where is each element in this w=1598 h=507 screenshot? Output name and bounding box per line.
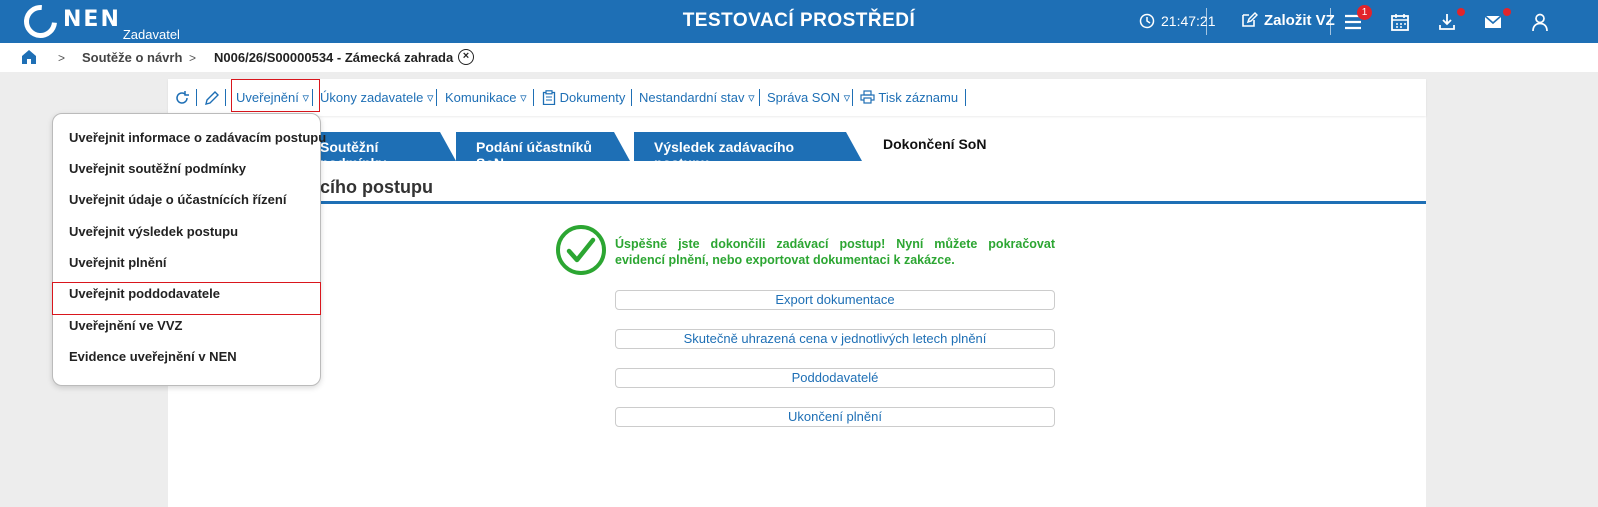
toolbar-publish-highlight — [231, 79, 320, 112]
close-icon[interactable]: × — [458, 49, 474, 65]
toolbar-divider — [852, 89, 853, 106]
breadcrumb-item-competitions[interactable]: Soutěže o návrh — [82, 50, 182, 65]
toolbar-divider — [533, 89, 534, 106]
chevron-right-icon: > — [58, 51, 66, 65]
tab-completion[interactable]: Dokončení SoN — [863, 129, 1006, 161]
create-contract-button[interactable]: Založit VZ — [1240, 11, 1335, 29]
mail-icon[interactable] — [1483, 12, 1503, 32]
toolbar-admin[interactable]: Správa SON ▿ — [767, 90, 850, 106]
success-check-icon — [556, 225, 606, 275]
printer-icon — [860, 90, 875, 104]
menu-item-publication-record-nen[interactable]: Evidence uveřejnění v NEN — [69, 349, 237, 364]
success-message: Úspěšně jste dokončili zadávací postup! … — [615, 237, 1055, 267]
toolbar-communication[interactable]: Komunikace ▿ — [445, 90, 527, 106]
tab-label: Dokončení SoN — [883, 136, 987, 152]
header-divider — [1206, 8, 1207, 35]
clock-time: 21:47:21 — [1161, 13, 1216, 29]
refresh-icon[interactable] — [174, 90, 190, 106]
toolbar-documents[interactable]: Dokumenty — [542, 90, 626, 106]
download-alert-dot — [1457, 8, 1465, 16]
toolbar-divider — [759, 89, 760, 106]
mail-alert-dot — [1503, 8, 1511, 16]
menu-item-highlight — [52, 282, 321, 315]
toolbar-admin-label: Správa SON — [767, 90, 840, 105]
menu-item-publish-result[interactable]: Uveřejnit výsledek postupu — [69, 224, 238, 239]
toolbar-actions[interactable]: Úkony zadavatele ▿ — [320, 90, 433, 106]
logo-ring-icon — [17, 0, 64, 45]
logo-subtitle: Zadavatel — [122, 27, 180, 42]
home-icon[interactable] — [20, 48, 38, 66]
toolbar-divider — [965, 89, 966, 106]
top-bar: NEN Zadavatel TESTOVACÍ PROSTŘEDÍ 21:47:… — [0, 0, 1598, 45]
breadcrumb: > Soutěže o návrh > N006/26/S00000534 - … — [0, 43, 1598, 72]
calendar-icon[interactable] — [1390, 12, 1410, 32]
tab-participant-submissions[interactable]: Podání účastníků SoN — [456, 132, 630, 171]
section-divider — [168, 201, 1426, 204]
header-divider — [1330, 8, 1331, 35]
toolbar-divider — [225, 89, 226, 106]
section-title: acího postupu — [310, 177, 433, 197]
tab-procedure-result[interactable]: Výsledek zadávacího postupu — [634, 132, 862, 171]
pencil-icon[interactable] — [204, 90, 220, 106]
action-toolbar: Uveřejnění ▿ Úkony zadavatele ▿ Komunika… — [168, 79, 1426, 116]
export-documentation-button[interactable]: Export dokumentace — [615, 290, 1055, 310]
logo-text: NEN — [63, 7, 121, 32]
toolbar-divider — [631, 89, 632, 106]
end-performance-button[interactable]: Ukončení plnění — [615, 407, 1055, 427]
actual-price-button[interactable]: Skutečně uhrazená cena v jednotlivých le… — [615, 329, 1055, 349]
toolbar-documents-label: Dokumenty — [559, 90, 626, 105]
notification-badge: 1 — [1357, 5, 1372, 20]
session-clock: 21:47:21 — [1139, 13, 1216, 29]
menu-item-publish-participants[interactable]: Uveřejnit údaje o účastnících řízení — [69, 192, 286, 207]
toolbar-nonstandard-label: Nestandardní stav — [639, 90, 745, 105]
edit-icon — [1242, 11, 1258, 27]
tab-label: Soutěžní podmínky — [320, 139, 387, 171]
toolbar-print-label: Tisk záznamu — [878, 90, 959, 105]
toolbar-divider — [196, 89, 197, 106]
menu-item-publish-performance[interactable]: Uveřejnit plnění — [69, 255, 167, 270]
toolbar-nonstandard[interactable]: Nestandardní stav ▿ — [639, 90, 755, 106]
nen-logo[interactable]: NEN Zadavatel — [17, 0, 180, 45]
toolbar-actions-label: Úkony zadavatele — [320, 90, 424, 105]
user-icon[interactable] — [1530, 12, 1550, 32]
publish-dropdown-menu: Uveřejnit informace o zadávacím postupu … — [52, 113, 326, 386]
chevron-right-icon: > — [189, 51, 197, 65]
clipboard-icon — [542, 90, 556, 106]
clock-icon — [1139, 13, 1155, 29]
create-contract-label: Založit VZ — [1264, 11, 1335, 29]
menu-item-publish-conditions[interactable]: Uveřejnit soutěžní podmínky — [69, 161, 246, 176]
toolbar-communication-label: Komunikace — [445, 90, 517, 105]
menu-item-publication-vvz[interactable]: Uveřejnění ve VVZ — [69, 318, 182, 333]
download-icon[interactable] — [1437, 12, 1457, 32]
breadcrumb-item-current: N006/26/S00000534 - Zámecká zahrada — [214, 50, 454, 65]
subcontractors-button[interactable]: Poddodavatelé — [615, 368, 1055, 388]
menu-item-publish-procedure-info[interactable]: Uveřejnit informace o zadávacím postupu — [69, 130, 326, 145]
toolbar-print[interactable]: Tisk záznamu — [860, 90, 958, 105]
toolbar-divider — [436, 89, 437, 106]
